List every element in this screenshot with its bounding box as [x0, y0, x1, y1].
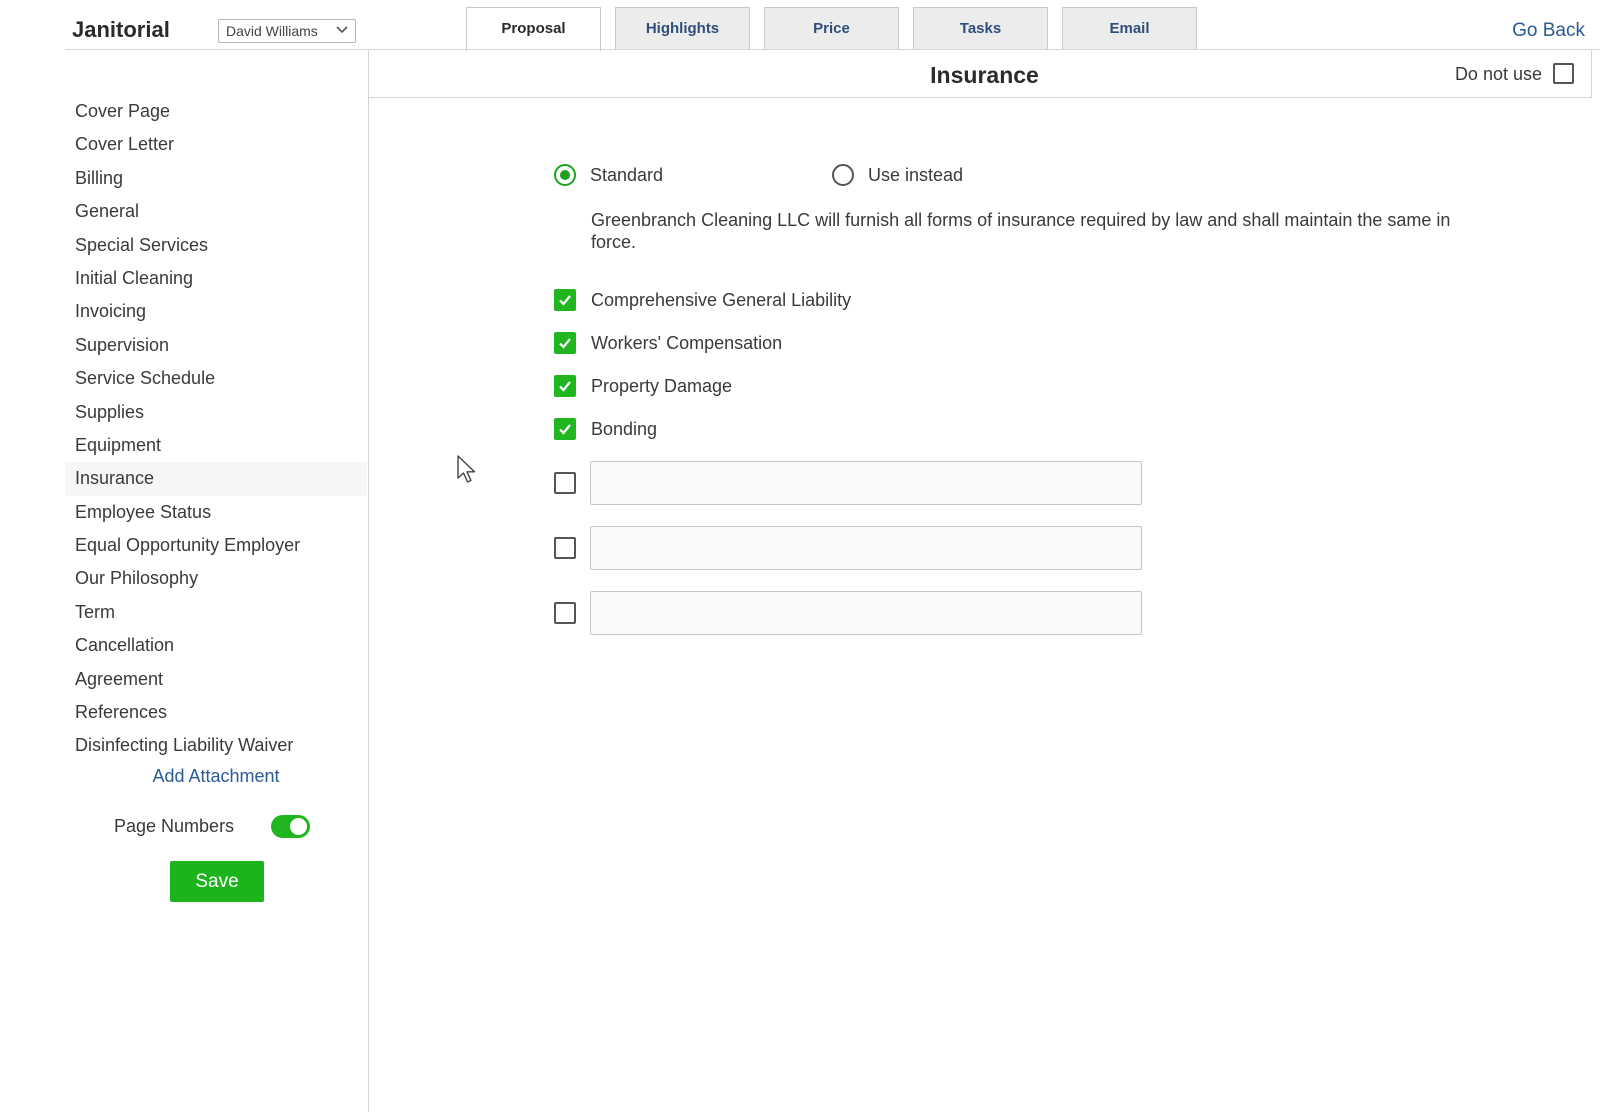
checkmark-icon	[559, 295, 571, 306]
coverage-checkbox[interactable]	[554, 332, 576, 354]
page-numbers-row: Page Numbers	[114, 815, 311, 838]
coverage-checkbox[interactable]	[554, 375, 576, 397]
sidebar-item-references[interactable]: References	[65, 696, 367, 729]
coverage-label: Workers' Compensation	[591, 332, 783, 353]
sidebar-item-supplies[interactable]: Supplies	[65, 396, 367, 429]
sidebar-divider	[368, 50, 369, 1112]
header-divider	[65, 49, 1600, 50]
user-select-value: David Williams	[226, 23, 318, 39]
sidebar-item-disinfecting-liability-waiver[interactable]: Disinfecting Liability Waiver	[65, 729, 367, 762]
coverage-label: Property Damage	[591, 375, 733, 396]
sidebar-item-invoicing[interactable]: Invoicing	[65, 295, 367, 328]
radio-use-instead[interactable]	[832, 164, 854, 186]
page-numbers-label: Page Numbers	[114, 816, 235, 836]
custom-coverage-input[interactable]	[590, 591, 1142, 635]
radio-standard[interactable]	[554, 164, 576, 186]
custom-coverage-checkbox[interactable]	[554, 537, 576, 559]
section-title: Insurance	[930, 62, 1039, 88]
coverage-row[interactable]: Bonding	[554, 418, 657, 440]
sidebar-item-initial-cleaning[interactable]: Initial Cleaning	[65, 262, 367, 295]
custom-coverage-input[interactable]	[590, 526, 1142, 570]
custom-coverage-checkbox[interactable]	[554, 602, 576, 624]
sidebar-item-cancellation[interactable]: Cancellation	[65, 629, 367, 662]
custom-coverage-checkbox[interactable]	[554, 472, 576, 494]
sidebar-item-billing[interactable]: Billing	[65, 162, 367, 195]
custom-coverage-row	[554, 526, 1142, 570]
save-button[interactable]: Save	[170, 861, 264, 902]
checkmark-icon	[559, 381, 571, 392]
tab-proposal[interactable]: Proposal	[466, 7, 601, 51]
sidebar-item-insurance[interactable]: Insurance	[65, 462, 367, 496]
custom-coverage-row	[554, 461, 1142, 505]
coverage-label: Comprehensive General Liability	[591, 289, 852, 310]
custom-coverage-row	[554, 591, 1142, 635]
coverage-label: Bonding	[591, 418, 658, 439]
sidebar-item-service-schedule[interactable]: Service Schedule	[65, 362, 367, 395]
tab-email[interactable]: Email	[1062, 7, 1197, 50]
sidebar-item-agreement[interactable]: Agreement	[65, 663, 367, 696]
coverage-row[interactable]: Property Damage	[554, 375, 732, 397]
radio-use-instead-label: Use instead	[868, 164, 964, 185]
add-attachment-link[interactable]: Add Attachment	[65, 766, 367, 787]
radio-standard-row[interactable]: Standard	[554, 164, 663, 186]
tab-price[interactable]: Price	[764, 7, 899, 50]
sidebar-item-supervision[interactable]: Supervision	[65, 329, 367, 362]
user-select[interactable]: David Williams	[218, 19, 356, 43]
go-back-link[interactable]: Go Back	[1512, 20, 1585, 42]
sidebar-item-equipment[interactable]: Equipment	[65, 429, 367, 462]
coverage-row[interactable]: Comprehensive General Liability	[554, 289, 851, 311]
sidebar-item-equal-opportunity-employer[interactable]: Equal Opportunity Employer	[65, 529, 367, 562]
page-numbers-toggle[interactable]	[271, 815, 311, 838]
chevron-down-icon	[335, 22, 349, 38]
tab-tasks[interactable]: Tasks	[913, 7, 1048, 50]
standard-insurance-text: Greenbranch Cleaning LLC will furnish al…	[591, 210, 1451, 252]
coverage-checkbox[interactable]	[554, 418, 576, 440]
sidebar-item-special-services[interactable]: Special Services	[65, 229, 367, 262]
checkmark-icon	[559, 424, 571, 435]
custom-coverage-input[interactable]	[590, 461, 1142, 505]
sidebar-item-employee-status[interactable]: Employee Status	[65, 496, 367, 529]
toggle-knob	[290, 818, 308, 835]
coverage-row[interactable]: Workers' Compensation	[554, 332, 782, 354]
title-divider	[369, 97, 1592, 98]
radio-standard-label: Standard	[590, 164, 664, 185]
sidebar-item-cover-page[interactable]: Cover Page	[65, 95, 367, 128]
sidebar: Cover Page Cover Letter Billing General …	[65, 95, 367, 763]
radio-use-instead-row[interactable]: Use instead	[832, 164, 963, 186]
sidebar-item-cover-letter[interactable]: Cover Letter	[65, 128, 367, 161]
checkmark-icon	[559, 338, 571, 349]
sidebar-item-term[interactable]: Term	[65, 596, 367, 629]
do-not-use-label: Do not use	[1454, 64, 1542, 84]
coverage-checkbox[interactable]	[554, 289, 576, 311]
app-title: Janitorial	[72, 17, 170, 42]
sidebar-item-general[interactable]: General	[65, 195, 367, 228]
sidebar-item-our-philosophy[interactable]: Our Philosophy	[65, 562, 367, 595]
mouse-cursor-icon	[457, 455, 479, 490]
tab-highlights[interactable]: Highlights	[615, 7, 750, 50]
do-not-use-checkbox[interactable]	[1553, 63, 1574, 84]
